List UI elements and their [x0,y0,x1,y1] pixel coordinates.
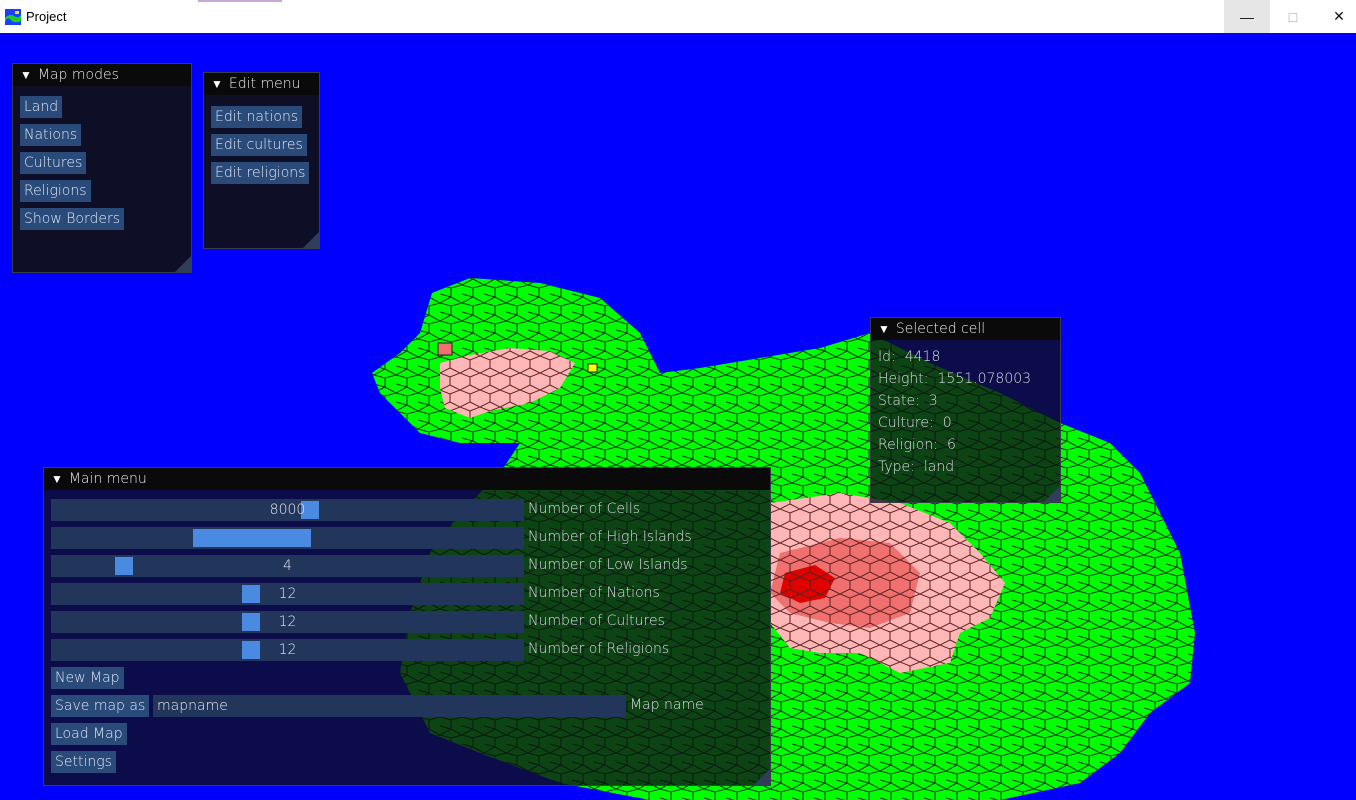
cells-label: Number of Cells [528,501,641,517]
cell-culture-value: 0 [942,415,952,431]
low-islands-slider-value: 4 [283,558,292,574]
cell-religion-value: 6 [946,437,956,453]
edit-menu-panel: ▼ Edit menu Edit nations Edit cultures E… [203,72,320,249]
nations-slider[interactable]: 12 [51,583,524,605]
land-mode-button[interactable]: Land [20,96,63,118]
nations-mode-button[interactable]: Nations [20,124,82,146]
app-icon [5,9,21,25]
religions-label: Number of Religions [528,641,670,657]
edit-menu-header[interactable]: ▼ Edit menu [204,73,319,95]
map-modes-title: Map modes [37,67,119,83]
edit-religions-button[interactable]: Edit religions [211,162,310,184]
collapse-triangle-icon[interactable]: ▼ [20,68,32,82]
cell-religion-row: Religion: 6 [878,437,956,453]
close-button[interactable]: ✕ [1316,0,1356,33]
cultures-slider-value: 12 [278,614,297,630]
map-modes-header[interactable]: ▼ Map modes [13,64,191,86]
selected-cell-title: Selected cell [895,321,986,337]
cell-id-key: Id: [878,349,896,365]
minimize-icon: — [1240,8,1254,25]
religions-slider[interactable]: 12 [51,639,524,661]
map-name-label: Map name [630,697,704,713]
load-map-button[interactable]: Load Map [51,723,127,745]
cell-state-value: 3 [928,393,938,409]
cell-red-north [437,342,453,356]
cell-state-row: State: 3 [878,393,938,409]
slider-grab[interactable] [193,529,311,547]
collapse-triangle-icon[interactable]: ▼ [878,322,890,336]
high-islands-label: Number of High Islands [528,529,692,545]
low-islands-slider[interactable]: 4 [51,555,524,577]
cell-culture-row: Culture: 0 [878,415,952,431]
cell-height-key: Height: [878,371,929,387]
cell-type-key: Type: [878,459,915,475]
low-islands-label: Number of Low Islands [528,557,688,573]
map-modes-panel: ▼ Map modes Land Nations Cultures Religi… [12,63,192,273]
cultures-mode-button[interactable]: Cultures [20,152,87,174]
resize-grip-icon[interactable] [175,256,191,272]
cell-state-key: State: [878,393,920,409]
nations-label: Number of Nations [528,585,660,601]
selected-cell-panel: ▼ Selected cell Id: 4418 Height: 1551.0780… [870,317,1061,503]
map-name-input[interactable]: mapname [153,695,626,717]
collapse-triangle-icon[interactable]: ▼ [211,77,223,91]
window-titlebar: Project — □ ✕ [0,0,1356,33]
cell-id-row: Id: 4418 [878,349,940,365]
taskbar-accent [198,0,282,2]
cultures-slider[interactable]: 12 [51,611,524,633]
cell-height-value: 1551.078003 [937,371,1032,387]
high-islands-slider[interactable] [51,527,524,549]
cell-religion-key: Religion: [878,437,938,453]
cell-id-value: 4418 [904,349,941,365]
close-icon: ✕ [1333,8,1345,24]
collapse-triangle-icon[interactable]: ▼ [51,472,63,486]
cultures-label: Number of Cultures [528,613,665,629]
settings-button[interactable]: Settings [51,751,116,773]
selected-cell-marker [587,363,598,373]
selected-cell-header[interactable]: ▼ Selected cell [871,318,1060,340]
cells-slider[interactable]: 8000 [51,499,524,521]
show-borders-button[interactable]: Show Borders [20,208,125,230]
main-menu-header[interactable]: ▼ Main menu [44,468,770,490]
cells-slider-value: 8000 [269,502,306,518]
maximize-button[interactable]: □ [1270,0,1316,33]
window-title: Project [26,9,67,24]
cell-culture-key: Culture: [878,415,934,431]
cell-type-value: land [923,459,955,475]
main-menu-title: Main menu [68,471,147,487]
save-map-as-button[interactable]: Save map as [51,695,150,717]
religions-mode-button[interactable]: Religions [20,180,91,202]
resize-grip-icon[interactable] [303,232,319,248]
minimize-button[interactable]: — [1224,0,1270,33]
nations-slider-value: 12 [278,586,297,602]
edit-nations-button[interactable]: Edit nations [211,106,303,128]
main-menu-panel: ▼ Main menu 8000 Number of Cells Number … [43,467,771,786]
resize-grip-icon[interactable] [1044,486,1060,502]
maximize-icon: □ [1288,8,1298,25]
new-map-button[interactable]: New Map [51,667,124,689]
religions-slider-value: 12 [278,642,297,658]
resize-grip-icon[interactable] [754,769,770,785]
cell-type-row: Type: land [878,459,954,475]
cell-height-row: Height: 1551.078003 [878,371,1031,387]
edit-cultures-button[interactable]: Edit cultures [211,134,307,156]
edit-menu-title: Edit menu [228,76,301,92]
